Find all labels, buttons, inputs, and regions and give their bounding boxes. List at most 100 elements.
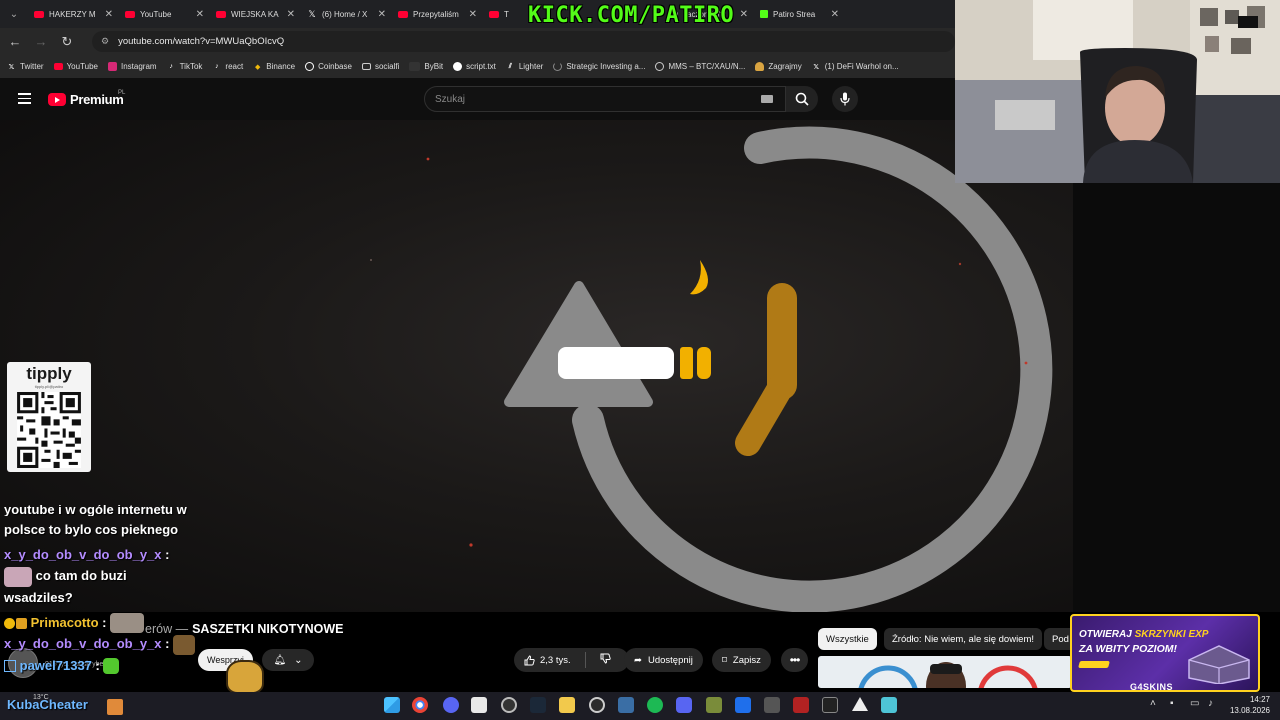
bookmark[interactable]: ♪ react (212, 62, 243, 71)
bookmark[interactable]: ⫽ Lighter (506, 62, 544, 71)
filter-chip-source[interactable]: Źródło: Nie wiem, ale się dowiem! (884, 628, 1043, 650)
bookmark[interactable]: ByBit (409, 62, 443, 71)
bookmark[interactable]: Strategic Investing a... (553, 62, 645, 71)
chat-text: polsce to bylo cos pieknego (4, 522, 179, 537)
bookmark[interactable]: 𝕏 (1) DeFi Warhol on... (812, 62, 898, 71)
close-tab-icon[interactable]: ✕ (831, 9, 839, 20)
browser-tab[interactable]: 𝕏 (6) Home / X ✕ (301, 0, 392, 28)
ad-line-2: ZA WBITY POZIOM! (1079, 643, 1177, 655)
back-icon[interactable]: ← (8, 34, 22, 49)
notification-bell-button[interactable]: 🔔︎ ⌄ (262, 649, 314, 671)
chat-username[interactable]: x_y_do_ob_v_do_ob_y_x (4, 547, 162, 562)
obs-icon[interactable] (501, 697, 517, 713)
url-field[interactable]: ⚙ youtube.com/watch?v=MWUaQbOIcvQ (92, 31, 955, 52)
notepad-icon[interactable] (881, 697, 897, 713)
clock-hand-short (735, 372, 795, 456)
dislike-button[interactable] (600, 653, 619, 667)
chat-message: youtube i w ogóle internetu w (4, 505, 204, 516)
tray-app-icon[interactable]: ▪ (1170, 698, 1174, 709)
app-c-icon[interactable] (589, 697, 605, 713)
site-info-icon[interactable]: ⚙ (101, 36, 109, 47)
discord-alt-icon[interactable] (676, 697, 692, 713)
browser-tab[interactable]: Patiro Strea ✕ (754, 0, 845, 28)
chip-label: Pod (1052, 633, 1069, 645)
bookmark-label: ByBit (424, 62, 444, 71)
bookmark[interactable]: socialfi (361, 62, 399, 71)
browser-tab[interactable]: WIEJSKA KA ✕ (210, 0, 301, 28)
bookmark[interactable]: ◆ Binance (253, 62, 295, 71)
game-app-icon[interactable] (706, 697, 722, 713)
obs-app-icon[interactable] (471, 697, 487, 713)
voice-search-button[interactable] (832, 86, 858, 112)
bookmark[interactable]: Instagram (108, 62, 157, 71)
volume-icon[interactable]: ♪ (1208, 698, 1213, 709)
bookmark-label: Instagram (121, 62, 157, 71)
bookmark-label: Zagrajmy (768, 62, 802, 71)
tab-title: WIEJSKA KA (231, 9, 279, 19)
more-actions-button[interactable]: ••• (781, 648, 808, 672)
thumbnail-image (858, 662, 1038, 688)
browser-tab[interactable]: Przepytaliśm ✕ (392, 0, 483, 28)
app-icon[interactable] (764, 697, 780, 713)
ember-dot (1024, 361, 1028, 365)
steam-icon[interactable] (530, 697, 546, 713)
recommended-video-thumbnail[interactable] (818, 656, 1072, 688)
close-tab-icon[interactable]: ✕ (740, 9, 748, 20)
bookmark[interactable]: Zagrajmy (755, 62, 802, 71)
chat-text: co tam do buzi (35, 568, 127, 583)
bookmark[interactable]: 𝕏 Twitter (7, 62, 44, 71)
reload-icon[interactable]: ↻ (60, 34, 74, 50)
chat-message: polsce to bylo cos pieknego (4, 519, 204, 540)
close-tab-icon[interactable]: ✕ (196, 9, 204, 20)
monitor-icon[interactable]: ▭ (1190, 698, 1199, 709)
chat-username[interactable]: KubaCheater (7, 697, 88, 712)
search-button[interactable] (786, 86, 818, 112)
ad-banner-g4skins[interactable]: OTWIERAJ SKRZYNKI EXP ZA WBITY POZIOM! G… (1070, 614, 1260, 692)
app-triangle-icon[interactable] (852, 697, 868, 711)
bookmark[interactable]: YouTube (53, 62, 98, 71)
spotify-icon[interactable] (647, 697, 663, 713)
youtube-logo[interactable]: Premium (48, 92, 124, 107)
close-tab-icon[interactable]: ✕ (105, 9, 113, 20)
app-nl-icon[interactable] (822, 697, 838, 713)
app-red-icon[interactable] (793, 697, 809, 713)
bookmark[interactable]: Coinbase (305, 62, 352, 71)
tray-chevron-icon[interactable]: ˄ (1150, 698, 1156, 709)
stream-chat: youtube i w ogóle internetu w polsce to … (4, 505, 204, 676)
browser-tab[interactable]: YouTube ✕ (119, 0, 210, 28)
close-tab-icon[interactable]: ✕ (469, 9, 477, 20)
like-button[interactable]: 2,3 tys. (524, 655, 571, 666)
bookmark[interactable]: script.txt (453, 62, 496, 71)
search-input[interactable]: Szukaj (424, 86, 786, 112)
menu-icon[interactable] (18, 93, 31, 104)
youtube-play-icon (48, 93, 66, 106)
bookmark[interactable]: ♪ TikTok (167, 62, 202, 71)
youtube-icon (53, 63, 63, 70)
chat-username[interactable]: x_y_do_ob_v_do_ob_y_x (4, 636, 162, 651)
save-button[interactable]: ⌑ Zapisz (712, 648, 771, 672)
close-tab-icon[interactable]: ✕ (378, 9, 386, 20)
chrome-icon[interactable] (412, 697, 428, 713)
share-button[interactable]: ➦ Udostępnij (624, 648, 703, 672)
ad-brand: G4SKINS (1130, 682, 1174, 692)
xbox-tool-icon[interactable] (735, 697, 751, 713)
like-dislike-group: 2,3 tys. (514, 648, 629, 672)
tab-search-button[interactable]: ⌄ (0, 0, 28, 28)
clock[interactable]: 14:27 13.08.2026 (1230, 694, 1270, 716)
chat-username[interactable]: pawel71337 (20, 658, 92, 673)
windows-start-icon[interactable] (384, 697, 400, 713)
tipply-donation-widget[interactable]: tipply tipply.pl/@patiro (7, 362, 91, 472)
chat-username[interactable]: Primacotto (31, 615, 99, 630)
tiktok-icon: ♪ (169, 63, 173, 70)
close-tab-icon[interactable]: ✕ (287, 9, 295, 20)
network-tool-icon[interactable] (618, 697, 634, 713)
file-explorer-icon[interactable] (559, 697, 575, 713)
browser-tab[interactable]: HAKERZY M ✕ (28, 0, 119, 28)
keyboard-icon[interactable] (761, 95, 773, 103)
filter-chip-all[interactable]: Wszystkie (818, 628, 877, 650)
forward-icon[interactable]: → (34, 34, 48, 49)
sticker-face-icon (226, 660, 264, 694)
bookmark[interactable]: MMS – BTC/XAU/N... (655, 62, 745, 71)
chat-message: co tam do buzi (4, 565, 204, 587)
discord-icon[interactable] (443, 697, 459, 713)
